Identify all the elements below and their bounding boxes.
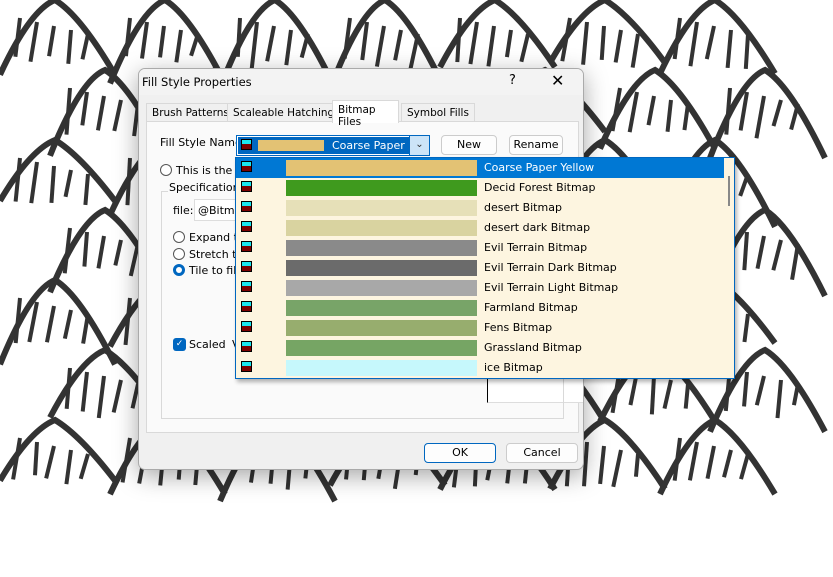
swatch bbox=[258, 140, 324, 151]
scrollbar-thumb[interactable] bbox=[728, 176, 730, 206]
fill-swatch bbox=[286, 280, 477, 296]
fill-swatch bbox=[286, 200, 477, 216]
bitmap-icon bbox=[241, 181, 252, 192]
bitmap-icon bbox=[241, 139, 252, 150]
fill-swatch bbox=[286, 220, 477, 236]
cancel-button[interactable]: Cancel bbox=[506, 443, 578, 463]
dropdown-item[interactable]: Evil Terrain Bitmap bbox=[236, 238, 724, 258]
fill-swatch bbox=[286, 160, 477, 176]
bitmap-icon bbox=[241, 161, 252, 172]
ok-button[interactable]: OK bbox=[424, 443, 496, 463]
dropdown-item[interactable]: Evil Terrain Light Bitmap bbox=[236, 278, 724, 298]
bitmap-icon bbox=[241, 221, 252, 232]
title-bar: Fill Style Properties ? ✕ bbox=[139, 69, 583, 95]
fill-style-dropdown-list[interactable]: ice Bitmap Grassland Bitmap Fens Bitmap Far… bbox=[235, 157, 735, 379]
expand-radio[interactable] bbox=[173, 231, 185, 243]
combo-selection: Coarse Paper Y bbox=[238, 137, 409, 154]
bitmap-icon bbox=[241, 361, 252, 372]
dropdown-item[interactable]: Grassland Bitmap bbox=[236, 338, 724, 358]
fill-swatch bbox=[286, 260, 477, 276]
dropdown-item[interactable]: Coarse Paper Yellow bbox=[236, 158, 724, 178]
tab-symbol-fills[interactable]: Symbol Fills bbox=[401, 103, 475, 123]
help-button[interactable]: ? bbox=[509, 73, 516, 88]
dropdown-item[interactable]: desert Bitmap bbox=[236, 198, 724, 218]
dropdown-item-label: desert dark Bitmap bbox=[484, 221, 591, 234]
new-button[interactable]: New bbox=[441, 135, 497, 155]
bitmap-icon bbox=[241, 321, 252, 332]
tab-bitmap-files[interactable]: Bitmap Files bbox=[332, 100, 399, 128]
current-radio[interactable] bbox=[160, 164, 172, 176]
dialog-title: Fill Style Properties bbox=[142, 75, 252, 89]
fill-style-name-label: Fill Style Name: bbox=[160, 136, 246, 149]
dropdown-item-label: Grassland Bitmap bbox=[484, 341, 582, 354]
scaled-label: Scaled bbox=[189, 338, 226, 351]
close-button[interactable]: ✕ bbox=[551, 71, 564, 90]
dropdown-item[interactable]: Evil Terrain Dark Bitmap bbox=[236, 258, 724, 278]
tile-radio[interactable] bbox=[173, 264, 185, 276]
dropdown-item[interactable]: Decid Forest Bitmap bbox=[236, 178, 724, 198]
dropdown-item-label: Evil Terrain Bitmap bbox=[484, 241, 588, 254]
dropdown-item[interactable]: Farmland Bitmap bbox=[236, 298, 724, 318]
dropdown-item-label: desert Bitmap bbox=[484, 201, 562, 214]
dropdown-item[interactable]: ice Bitmap bbox=[236, 358, 724, 378]
tab-scaleable-hatching[interactable]: Scaleable Hatching bbox=[227, 103, 341, 123]
bitmap-icon bbox=[241, 201, 252, 212]
dropdown-item-label: Evil Terrain Light Bitmap bbox=[484, 281, 619, 294]
dropdown-item-label: Farmland Bitmap bbox=[484, 301, 578, 314]
fill-swatch bbox=[286, 340, 477, 356]
fill-swatch bbox=[286, 320, 477, 336]
stretch-radio[interactable] bbox=[173, 248, 185, 260]
combo-value: Coarse Paper Y bbox=[332, 139, 408, 152]
fill-swatch bbox=[286, 240, 477, 256]
fill-swatch bbox=[286, 180, 477, 196]
fill-swatch bbox=[286, 300, 477, 316]
dropdown-item[interactable]: Fens Bitmap bbox=[236, 318, 724, 338]
bitmap-icon bbox=[241, 261, 252, 272]
bitmap-icon bbox=[241, 281, 252, 292]
scrollbar[interactable] bbox=[724, 158, 734, 378]
bitmap-icon bbox=[241, 241, 252, 252]
dropdown-item-label: Evil Terrain Dark Bitmap bbox=[484, 261, 617, 274]
file-label: file: bbox=[173, 204, 194, 217]
dropdown-item-label: Coarse Paper Yellow bbox=[484, 161, 595, 174]
dropdown-item-label: ice Bitmap bbox=[484, 361, 543, 374]
scaled-checkbox[interactable]: ✓ bbox=[173, 338, 186, 351]
chevron-down-icon[interactable]: ⌄ bbox=[409, 136, 429, 155]
tile-label: Tile to fill bbox=[189, 264, 240, 277]
tab-brush-patterns[interactable]: Brush Patterns bbox=[146, 103, 235, 123]
bitmap-icon bbox=[241, 341, 252, 352]
rename-button[interactable]: Rename bbox=[509, 135, 563, 155]
dropdown-item-label: Fens Bitmap bbox=[484, 321, 553, 334]
fill-style-name-combo[interactable]: Coarse Paper Y ⌄ bbox=[236, 135, 430, 156]
dropdown-item[interactable]: desert dark Bitmap bbox=[236, 218, 724, 238]
dropdown-item-label: Decid Forest Bitmap bbox=[484, 181, 596, 194]
bitmap-icon bbox=[241, 301, 252, 312]
fill-swatch bbox=[286, 360, 477, 376]
